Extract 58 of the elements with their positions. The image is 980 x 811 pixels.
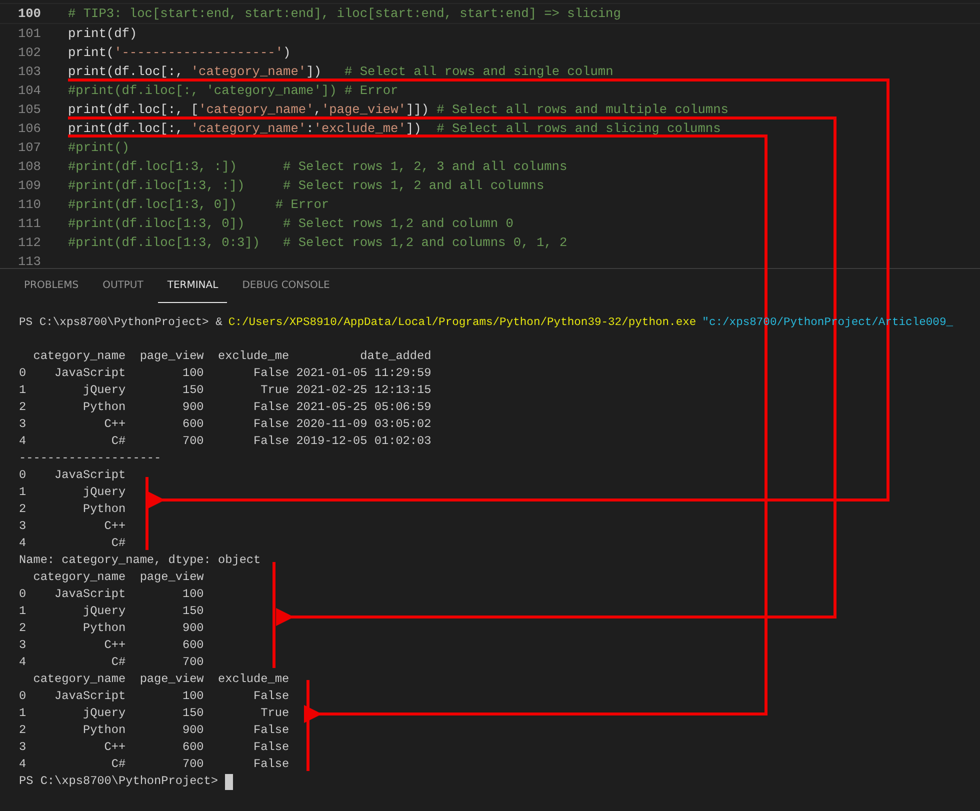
terminal-output-line: category_name page_view exclude_me date_added [32, 348, 432, 365]
terminal-output-line: 1 jQuery 150 True 2021-02-25 12:13:15 [19, 382, 432, 399]
terminal-output-line: 4 C# 700 False [19, 756, 290, 773]
code-line: #print(df.iloc[:, 'category_name']) # Error [68, 83, 398, 98]
panel-tab[interactable]: PROBLEMS [15, 269, 88, 303]
code-line: #print(df.iloc[1:3, 0:3]) # Select rows 1,2 and columns 0, 1, 2 [68, 235, 568, 250]
line-number: 101 [16, 26, 41, 41]
code-line: print(df.loc[:, 'category_name':'exclude_me']) # Select all rows and slicing columns [68, 121, 721, 136]
terminal-output-line: 3 C++ 600 False 2020-11-09 03:05:02 [19, 416, 432, 433]
line-number: 100 [16, 6, 41, 21]
terminal-output-line: 0 JavaScript 100 [19, 586, 205, 603]
line-number: 106 [16, 121, 41, 136]
terminal-output-line: 1 jQuery [19, 484, 127, 501]
panel-tab[interactable]: TERMINAL [158, 269, 228, 303]
terminal-output-line: 1 jQuery 150 True [19, 705, 290, 722]
code-line: #print(df.iloc[1:3, 0]) # Select rows 1,2 and column 0 [68, 216, 514, 231]
code-line: print('--------------------') [68, 45, 291, 60]
code-line: #print(df.loc[1:3, :]) # Select rows 1, 2, 3 and all columns [68, 159, 568, 174]
code-line: print(df.loc[:, 'category_name']) # Select all rows and single column [68, 64, 614, 79]
terminal-output-line: 4 C# 700 False 2019-12-05 01:02:03 [19, 433, 432, 450]
terminal-output-line: Name: category_name, dtype: object [19, 552, 262, 569]
terminal-output-line: 2 Python 900 False [19, 722, 290, 739]
line-number: 109 [16, 178, 41, 193]
panel-tab[interactable]: DEBUG CONSOLE [233, 269, 339, 303]
line-number: 112 [16, 235, 41, 250]
terminal-output-line: 0 JavaScript 100 False 2021-01-05 11:29:59 [19, 365, 432, 382]
text-cursor [225, 774, 234, 790]
terminal-output-line: category_name page_view exclude_me [32, 671, 290, 688]
line-number: 107 [16, 140, 41, 155]
terminal-output-line: 4 C# [19, 535, 127, 552]
line-number: 102 [16, 45, 41, 60]
code-line: #print() [68, 140, 130, 155]
terminal-output-line: 2 Python [19, 501, 127, 518]
terminal-output-line: 3 C++ [19, 518, 127, 535]
terminal-output-line: 2 Python 900 False 2021-05-25 05:06:59 [19, 399, 432, 416]
terminal-output-line: 3 C++ 600 False [19, 739, 290, 756]
terminal-output-line: 3 C++ 600 [19, 637, 205, 654]
code-line: #print(df.loc[1:3, 0]) # Error [68, 197, 330, 212]
line-number: 108 [16, 159, 41, 174]
line-number: 104 [16, 83, 41, 98]
line-number: 110 [16, 197, 41, 212]
line-number: 113 [16, 254, 41, 269]
code-line: print(df.loc[:, ['category_name','page_view']]) # Select all rows and multiple columns [68, 102, 728, 117]
terminal-output-line: 2 Python 900 [19, 620, 205, 637]
terminal-output-line: category_name page_view [32, 569, 205, 586]
panel-tab[interactable]: OUTPUT [94, 269, 152, 303]
code-line: print(df) [68, 26, 138, 41]
terminal-output-line: 4 C# 700 [19, 654, 205, 671]
code-line: #print(df.iloc[1:3, :]) # Select rows 1, 2 and all columns [68, 178, 544, 193]
terminal-output-line: 1 jQuery 150 [19, 603, 205, 620]
line-number: 111 [16, 216, 41, 231]
code-line: # TIP3: loc[start:end, start:end], iloc[start:end, start:end] => slicing [68, 6, 621, 21]
line-number: 105 [16, 102, 41, 117]
terminal-prompt: PS C:\xps8700\PythonProject> [19, 773, 218, 790]
terminal-output-line: -------------------- [19, 450, 162, 467]
line-number: 103 [16, 64, 41, 79]
terminal-output-line: 0 JavaScript 100 False [19, 688, 290, 705]
terminal-output-line: 0 JavaScript [19, 467, 127, 484]
